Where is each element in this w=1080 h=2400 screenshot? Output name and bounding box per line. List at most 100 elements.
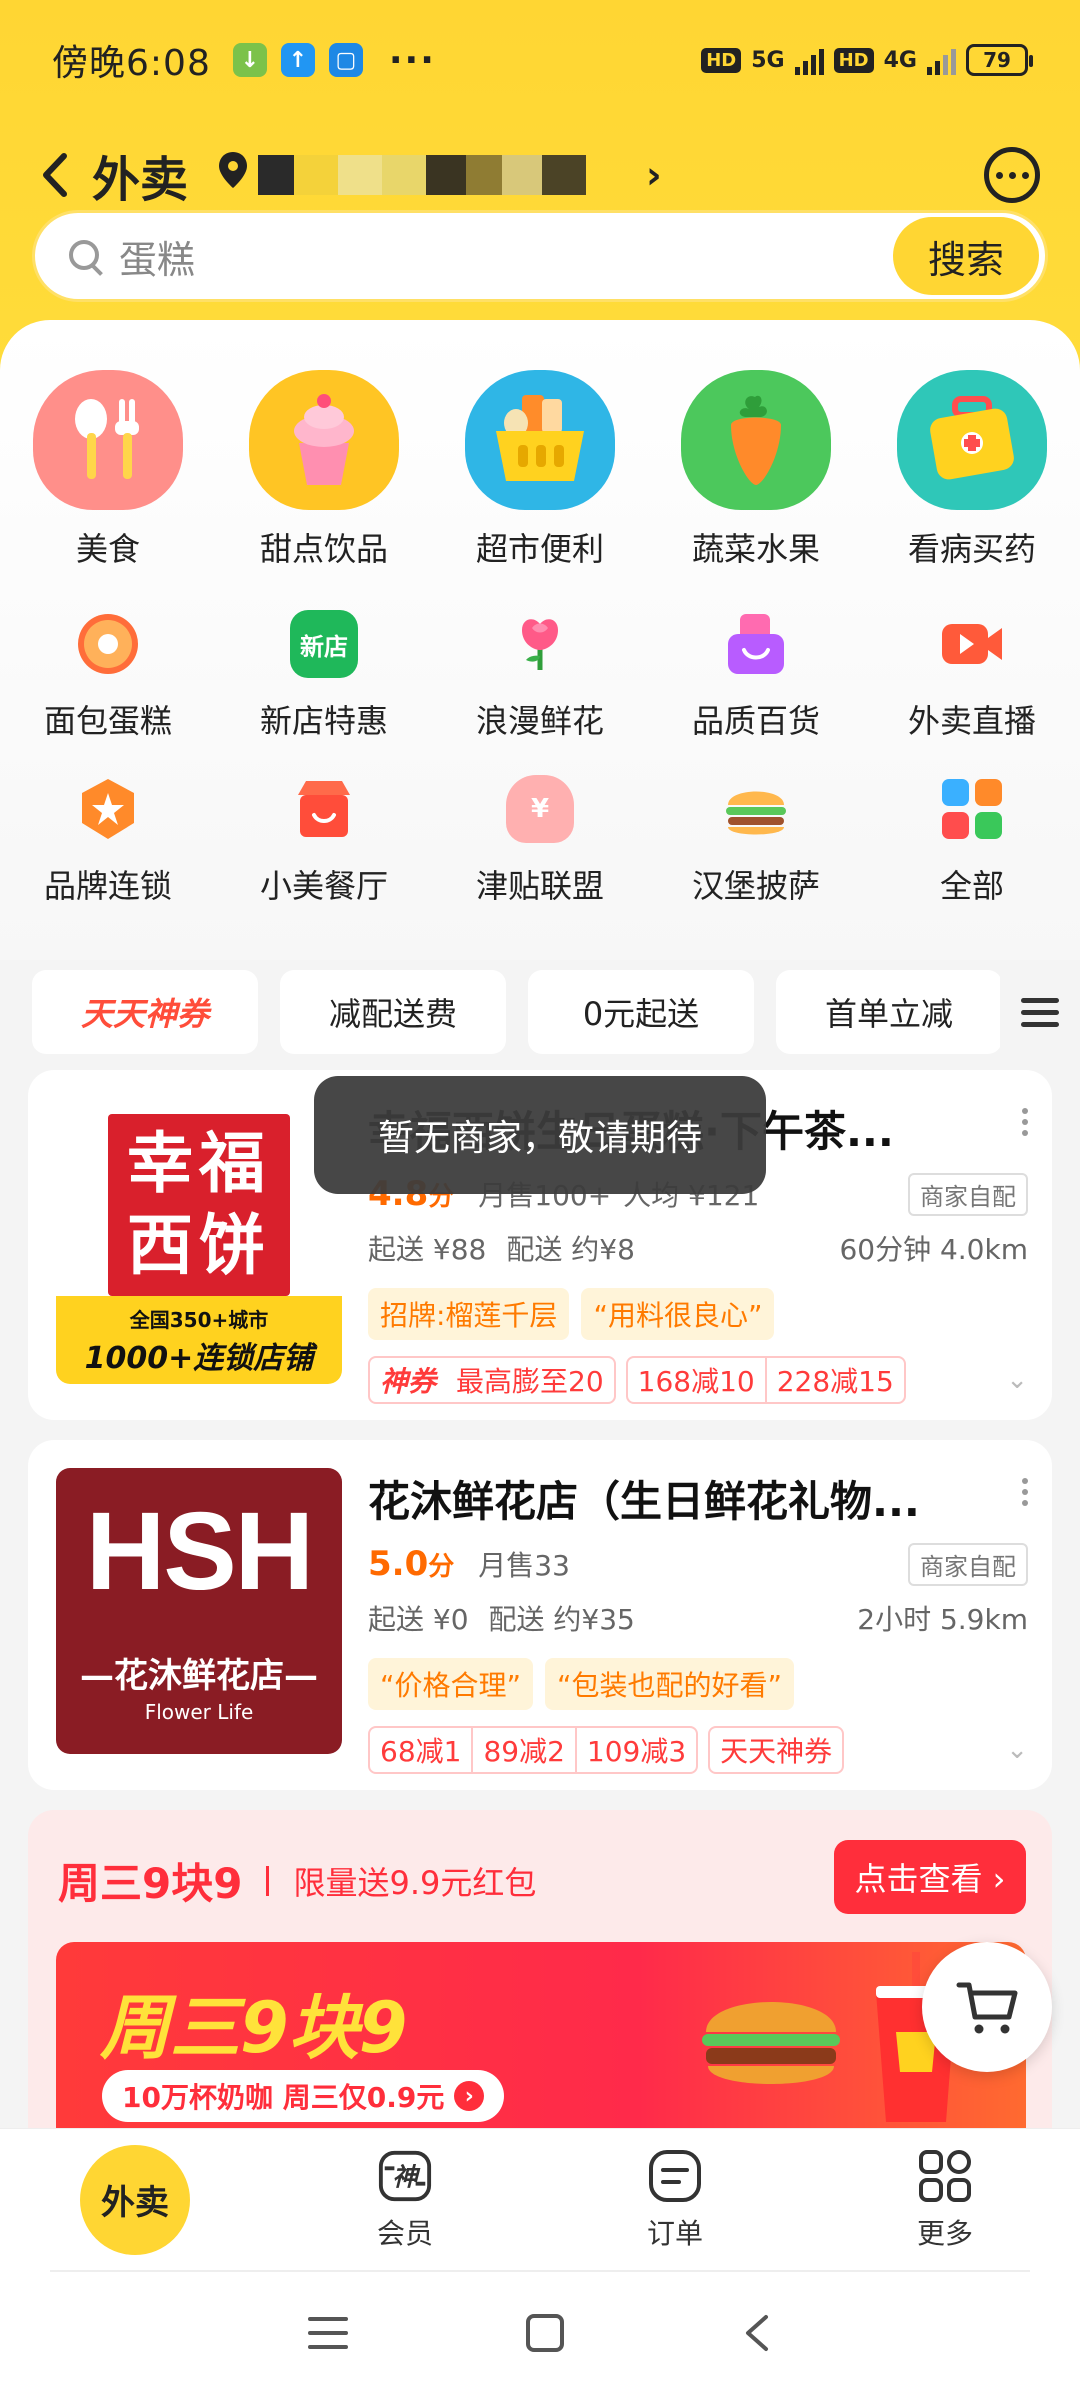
logo-text: 西饼 [127,1207,271,1284]
back-icon[interactable] [742,2313,772,2357]
signal-icon [794,45,824,75]
category-label: 超市便利 [475,530,604,568]
store-info: 花沐鲜花店（生日鲜花礼物... 5.0分 月售33 商家自配 起送 ¥0 配送 … [368,1468,1028,1774]
status-bar: 傍晚6:08 ↓ ↑ ▢ ··· HD 5G HD 4G 79 [0,0,1080,120]
min-order: 起送 ¥88 [368,1233,487,1266]
redacted-address-block [258,155,295,195]
more-grid-icon [917,2148,973,2204]
category-bakery[interactable]: 面包蛋糕 [0,610,216,742]
store-tag: “包装也配的好看” [545,1658,795,1710]
time-distance: 2小时 5.9km [857,1603,1028,1636]
address-chevron-icon: › [646,153,662,197]
burger-image [702,2002,840,2084]
medicine-box-icon [897,370,1047,510]
store-delivery-info: 起送 ¥88 配送 约¥8 60分钟 4.0km [368,1228,1028,1268]
search-input[interactable]: 蛋糕 [119,229,195,284]
category-label: 蔬菜水果 [691,530,820,568]
filter-daily-coupon[interactable]: 天天神券 [32,970,258,1054]
system-nav-bar [0,2270,1080,2400]
category-all[interactable]: 全部 [864,775,1080,907]
expand-chevron-icon[interactable]: ⌄ [1006,1365,1028,1395]
donut-icon [74,610,142,678]
fork-spoon-icon [33,370,183,510]
banner-pill: 10万杯奶咖 周三仅0.9元 › [102,2070,505,2122]
tab-more[interactable]: 更多 [810,2129,1080,2270]
category-brand-chain[interactable]: 品牌连锁 [0,775,216,907]
search-bar[interactable]: 蛋糕 搜索 [32,210,1048,302]
download-icon: ↓ [232,43,267,77]
coupon-label: 神券 [380,1365,437,1398]
recent-apps-icon[interactable] [308,2315,349,2355]
discount-text: 168减10 [637,1365,755,1398]
logo-text: 全国350+城市 [129,1307,269,1332]
carrot-icon [681,370,831,510]
store-name[interactable]: 花沐鲜花店（生日鲜花礼物... [368,1468,988,1529]
message-icon[interactable] [984,147,1040,203]
logo-text: Flower Life [144,1700,254,1724]
category-subsidy[interactable]: ¥ 津贴联盟 [432,775,648,907]
store-tag: 招牌:榴莲千层 [368,1288,570,1340]
store-tags: 招牌:榴莲千层 “用料很良心” [368,1288,1028,1340]
category-row-main: 美食 甜点饮品 超市便利 蔬菜水果 看病买药 [0,370,1080,570]
category-live[interactable]: 外卖直播 [864,610,1080,742]
hd-icon: HD [701,47,742,73]
tab-label: 会员 [376,2216,433,2250]
back-arrow-icon[interactable] [40,145,80,205]
category-label: 面包蛋糕 [43,702,172,740]
category-supermarket[interactable]: 超市便利 [432,370,648,570]
promo-banner[interactable]: 周三9块9 10万杯奶咖 周三仅0.9元 › [56,1942,1026,2130]
category-burger[interactable]: 汉堡披萨 [648,775,864,907]
discount-text: 68减1 [380,1735,462,1768]
filter-zero-min-order[interactable]: 0元起送 [528,970,754,1054]
category-new-store[interactable]: 新店 新店特惠 [216,610,432,742]
tab-member[interactable]: 神 会员 [270,2129,540,2270]
category-label: 新店特惠 [259,702,388,740]
live-video-icon [938,610,1006,678]
category-label: 浪漫鲜花 [475,702,604,740]
category-row-3: 品牌连锁 小美餐厅 ¥ 津贴联盟 汉堡披萨 全部 [0,775,1080,907]
home-icon[interactable] [525,2313,565,2357]
logo-text: 幸福 [127,1125,271,1202]
filter-menu-icon[interactable] [1000,970,1080,1054]
category-medicine[interactable]: 看病买药 [864,370,1080,570]
shopping-bag-icon [722,610,790,678]
hd-icon-2: HD [833,47,874,73]
ice-cream-icon [249,370,399,510]
category-dessert[interactable]: 甜点饮品 [216,370,432,570]
category-goods[interactable]: 品质百货 [648,610,864,742]
cart-button[interactable] [922,1942,1052,2072]
search-button[interactable]: 搜索 [893,217,1039,295]
search-icon [65,236,105,276]
tab-waimai[interactable]: 外卖 [0,2129,270,2270]
delivery-fee: 配送 约¥35 [488,1603,635,1636]
store-card[interactable]: HSH —花沐鲜花店— Flower Life 花沐鲜花店（生日鲜花礼物... … [28,1440,1052,1790]
tab-orders[interactable]: 订单 [540,2129,810,2270]
location-pin-icon [216,150,250,200]
more-options-icon[interactable] [1022,1478,1028,1506]
discount-text: 109减3 [574,1728,696,1772]
category-label: 看病买药 [907,530,1036,568]
network-5g-label: 5G [751,47,785,73]
promo-title: 周三9块9 [58,1859,243,1908]
category-fruits[interactable]: 蔬菜水果 [648,370,864,570]
rose-icon [506,610,574,678]
category-restaurant[interactable]: 小美餐厅 [216,775,432,907]
discount-text: 89减2 [471,1728,574,1772]
category-row-2: 面包蛋糕 新店 新店特惠 浪漫鲜花 品质百货 外卖直播 [0,610,1080,742]
redacted-address-block [542,155,587,195]
all-grid-icon [938,775,1006,843]
category-food[interactable]: 美食 [0,370,216,570]
filter-first-order-discount[interactable]: 首单立减 [776,970,1002,1054]
more-options-icon[interactable] [1022,1108,1028,1136]
time-distance: 60分钟 4.0km [839,1233,1028,1266]
promo-view-button[interactable]: 点击查看 › [834,1840,1026,1914]
delivery-address[interactable]: › [216,150,662,200]
network-4g-label: 4G [883,47,917,73]
expand-chevron-icon[interactable]: ⌄ [1006,1735,1028,1765]
filter-reduced-delivery[interactable]: 减配送费 [280,970,506,1054]
category-flowers[interactable]: 浪漫鲜花 [432,610,648,742]
star-badge-icon [74,775,142,843]
status-right: HD 5G HD 4G 79 [701,44,1033,76]
redacted-address-block [294,155,339,195]
logo-text: —花沐鲜花店— [80,1656,318,1696]
